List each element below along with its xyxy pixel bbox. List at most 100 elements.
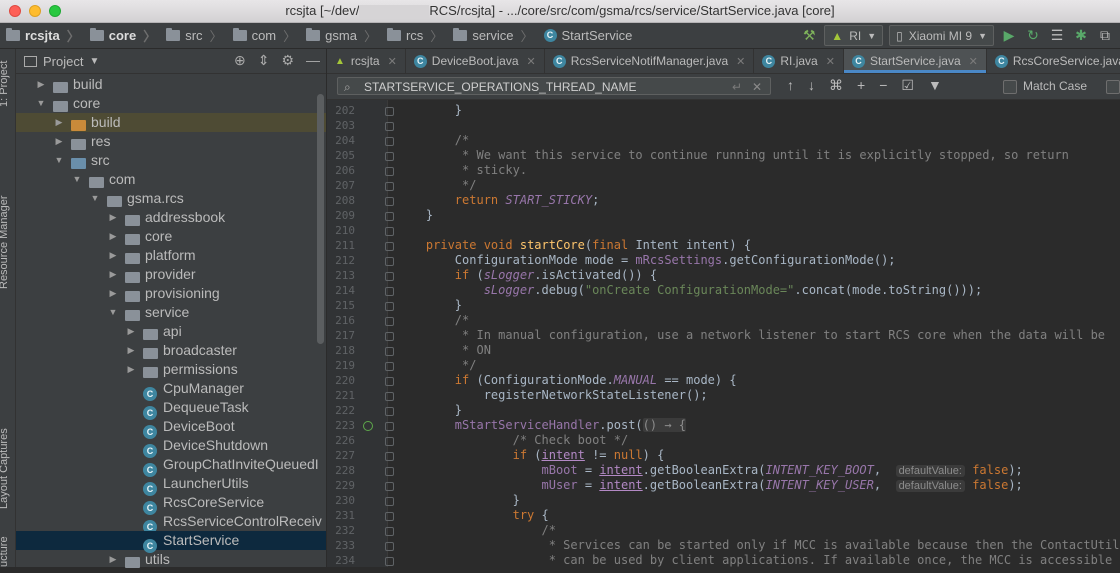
fold-marker-icon[interactable] <box>385 122 394 131</box>
fold-marker-icon[interactable] <box>385 482 394 491</box>
tree-class-item[interactable]: C StartService <box>16 531 326 553</box>
code-line[interactable]: 206 * sticky. <box>327 163 1120 178</box>
close-tab-icon[interactable]: ✕ <box>388 55 397 68</box>
code-line[interactable]: 218 * ON <box>327 343 1120 358</box>
fold-marker-icon[interactable] <box>385 437 394 446</box>
expanded-arrow-icon[interactable]: ▼ <box>72 170 82 189</box>
gutter-marker-icon[interactable] <box>363 421 373 431</box>
code-editor[interactable]: 202 } 203 204 /* 205 * We want this service… <box>327 100 1120 567</box>
tree-folder-item[interactable]: ▶ addressbook <box>16 208 326 227</box>
breadcrumb-item[interactable]: C StartService <box>538 28 637 43</box>
close-tab-icon[interactable]: ✕ <box>969 55 978 68</box>
editor-tab[interactable]: C DeviceBoot.java ✕ <box>406 49 545 73</box>
fold-marker-icon[interactable] <box>385 332 394 341</box>
tree-class-item[interactable]: C CpuManager <box>16 379 326 401</box>
add-selection-icon[interactable]: + <box>857 77 865 94</box>
code-line[interactable]: 232 /* <box>327 523 1120 538</box>
breadcrumb-item[interactable]: rcsjta 〉 <box>0 26 84 45</box>
structure-tab[interactable]: ucture <box>0 536 10 567</box>
tree-class-item[interactable]: C DequeueTask <box>16 398 326 420</box>
code-line[interactable]: 234 * can be used by client applications… <box>327 553 1120 567</box>
code-line[interactable]: 202 } <box>327 103 1120 118</box>
tree-folder-item[interactable]: ▶ core <box>16 227 326 246</box>
fold-marker-icon[interactable] <box>385 557 394 566</box>
collapse-all-icon[interactable]: ⇕ <box>258 52 270 69</box>
collapsed-arrow-icon[interactable]: ▶ <box>108 227 118 246</box>
fold-marker-icon[interactable] <box>385 542 394 551</box>
breadcrumb-item[interactable]: gsma 〉 <box>300 26 381 45</box>
fold-marker-icon[interactable] <box>385 152 394 161</box>
fold-marker-icon[interactable] <box>385 302 394 311</box>
filter-icon[interactable]: ▼ <box>928 77 942 94</box>
collapsed-arrow-icon[interactable]: ▶ <box>108 246 118 265</box>
project-tree-scrollbar[interactable] <box>317 94 324 344</box>
apply-changes-icon[interactable]: ↻ <box>1024 27 1042 45</box>
code-line[interactable]: 204 /* <box>327 133 1120 148</box>
code-line[interactable]: 231 try { <box>327 508 1120 523</box>
editor-tab[interactable]: ▲ rcsjta ✕ <box>327 49 406 73</box>
code-line[interactable]: 210 <box>327 223 1120 238</box>
tree-folder-item[interactable]: ▶ broadcaster <box>16 341 326 360</box>
expanded-arrow-icon[interactable]: ▼ <box>90 189 100 208</box>
fold-marker-icon[interactable] <box>385 527 394 536</box>
find-input[interactable]: ⌕ STARTSERVICE_OPERATIONS_THREAD_NAME ↵ … <box>337 77 771 95</box>
collapsed-arrow-icon[interactable]: ▶ <box>36 75 46 94</box>
close-window-button[interactable] <box>9 5 21 17</box>
tree-class-item[interactable]: C DeviceShutdown <box>16 436 326 458</box>
editor-tab[interactable]: C RI.java ✕ <box>754 49 844 73</box>
layout-captures-tab[interactable]: Layout Captures <box>0 428 10 509</box>
select-all-occurrences-icon[interactable]: ☑ <box>901 77 914 94</box>
tree-folder-item[interactable]: ▶ permissions <box>16 360 326 379</box>
code-line[interactable]: 217 * In manual configuration, use a net… <box>327 328 1120 343</box>
tree-class-item[interactable]: C GroupChatInviteQueuedI <box>16 455 326 477</box>
code-line[interactable]: 207 */ <box>327 178 1120 193</box>
collapsed-arrow-icon[interactable]: ▶ <box>54 132 64 151</box>
breadcrumb-item[interactable]: core 〉 <box>84 26 160 45</box>
fold-marker-icon[interactable] <box>385 227 394 236</box>
words-checkbox[interactable] <box>1106 79 1120 94</box>
chevron-down-icon[interactable]: ▼ <box>89 56 99 67</box>
fold-marker-icon[interactable] <box>385 317 394 326</box>
code-line[interactable]: 209 } <box>327 208 1120 223</box>
project-tool-tab[interactable]: 1: Project <box>0 61 10 107</box>
code-line[interactable]: 230 } <box>327 493 1120 508</box>
code-line[interactable]: 220 if (ConfigurationMode.MANUAL == mode… <box>327 373 1120 388</box>
tree-folder-item[interactable]: ▶ platform <box>16 246 326 265</box>
fold-marker-icon[interactable] <box>385 137 394 146</box>
tree-folder-item[interactable]: ▶ build <box>16 75 326 94</box>
tree-folder-item[interactable]: ▶ res <box>16 132 326 151</box>
breadcrumb-item[interactable]: rcs 〉 <box>381 26 447 45</box>
fold-marker-icon[interactable] <box>385 392 394 401</box>
gear-icon[interactable]: ⚙ <box>281 52 294 69</box>
collapsed-arrow-icon[interactable]: ▶ <box>108 265 118 284</box>
code-line[interactable]: 229 mUser = intent.getBooleanExtra(INTEN… <box>327 478 1120 493</box>
fold-marker-icon[interactable] <box>385 497 394 506</box>
fold-marker-icon[interactable] <box>385 512 394 521</box>
attach-debugger-icon[interactable]: ⧉ <box>1096 27 1114 45</box>
find-all-icon[interactable]: ⌘ <box>829 77 843 94</box>
fold-marker-icon[interactable] <box>385 197 394 206</box>
fold-marker-icon[interactable] <box>385 467 394 476</box>
new-line-icon[interactable]: ↵ <box>732 78 742 96</box>
match-case-checkbox[interactable] <box>1003 79 1017 94</box>
build-hammer-icon[interactable]: ⚒ <box>800 27 818 45</box>
breadcrumb-item[interactable]: src 〉 <box>160 26 226 45</box>
expanded-arrow-icon[interactable]: ▼ <box>108 303 118 322</box>
tree-class-item[interactable]: C DeviceBoot <box>16 417 326 439</box>
code-line[interactable]: 228 mBoot = intent.getBooleanExtra(INTEN… <box>327 463 1120 478</box>
remove-selection-icon[interactable]: − <box>879 77 887 94</box>
tree-folder-item[interactable]: ▼ src <box>16 151 326 170</box>
collapsed-arrow-icon[interactable]: ▶ <box>108 284 118 303</box>
code-line[interactable]: 211 private void startCore(final Intent … <box>327 238 1120 253</box>
tree-class-item[interactable]: C RcsServiceControlReceiv <box>16 512 326 534</box>
tree-folder-item[interactable]: ▼ com <box>16 170 326 189</box>
run-config-select[interactable]: ▲ RI ▼ <box>824 25 884 46</box>
collapsed-arrow-icon[interactable]: ▶ <box>108 208 118 227</box>
fold-marker-icon[interactable] <box>385 362 394 371</box>
coverage-icon[interactable]: ☰ <box>1048 27 1066 45</box>
project-view-selector[interactable]: Project <box>43 54 83 69</box>
code-line[interactable]: 214 sLogger.debug("onCreate Configuratio… <box>327 283 1120 298</box>
fold-marker-icon[interactable] <box>385 422 394 431</box>
clear-search-icon[interactable]: ✕ <box>752 78 762 96</box>
fold-marker-icon[interactable] <box>385 347 394 356</box>
